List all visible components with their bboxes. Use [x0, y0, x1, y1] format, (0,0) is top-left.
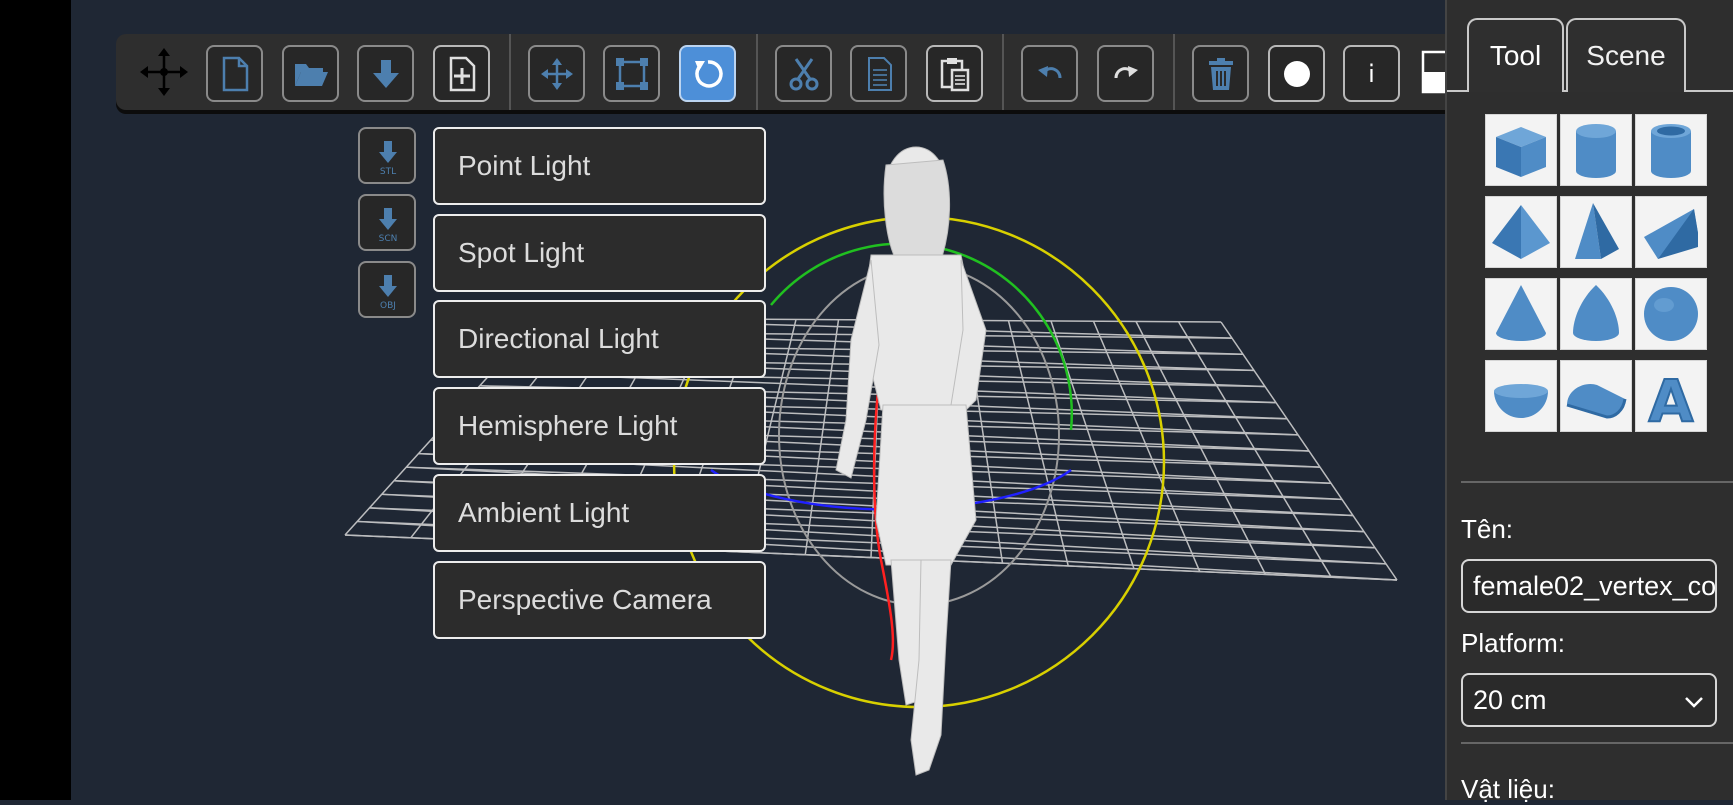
wedge-icon[interactable] [1635, 196, 1707, 268]
new-file-button[interactable] [206, 45, 263, 102]
paste-button[interactable] [926, 45, 983, 102]
pyramid-icon[interactable] [1485, 196, 1557, 268]
translate-icon [540, 57, 573, 90]
material-label: Vật liệu: [1461, 774, 1555, 804]
toolbar-separator [1173, 34, 1175, 110]
menu-point-light[interactable]: Point Light [433, 127, 766, 205]
undo-button[interactable] [1021, 45, 1078, 102]
cube-icon[interactable] [1485, 114, 1557, 186]
trash-icon [1208, 57, 1233, 90]
chevron-down-icon [1685, 697, 1703, 708]
material-button[interactable] [1268, 45, 1325, 102]
toolbar-separator [756, 34, 758, 110]
copy-icon [867, 56, 892, 91]
cut-button[interactable] [775, 45, 832, 102]
scale-button[interactable] [603, 45, 660, 102]
cut-icon [789, 57, 818, 90]
shape-palette: A [1485, 114, 1707, 438]
export-scn-button[interactable]: SCN [358, 194, 416, 251]
undo-icon [1037, 65, 1061, 78]
panel-divider [1461, 742, 1733, 744]
cone-icon[interactable] [1485, 278, 1557, 350]
tab-tool[interactable]: Tool [1467, 18, 1564, 92]
download-icon [372, 59, 399, 88]
menu-hemisphere-light[interactable]: Hemisphere Light [433, 387, 766, 465]
export-stl-button[interactable]: STL [358, 127, 416, 184]
name-field[interactable]: female02_vertex_colors [1461, 559, 1717, 613]
hemisphere-icon[interactable] [1485, 360, 1557, 432]
copy-button[interactable] [850, 45, 907, 102]
left-edge [0, 0, 71, 800]
text-3d-icon[interactable]: A [1635, 360, 1707, 436]
paraboloid-icon[interactable] [1560, 278, 1632, 350]
add-object-icon [449, 56, 475, 91]
toolbar-separator [509, 34, 511, 110]
toolbar-separator [1002, 34, 1004, 110]
circle-icon [1283, 60, 1310, 87]
text-3d-glyph: A [1649, 367, 1694, 431]
open-folder-button[interactable] [282, 45, 339, 102]
platform-value: 20 cm [1473, 685, 1547, 715]
redo-button[interactable] [1097, 45, 1154, 102]
menu-directional-light[interactable]: Directional Light [433, 300, 766, 378]
cylinder-icon[interactable] [1560, 114, 1632, 186]
tetrahedron-icon[interactable] [1560, 196, 1632, 268]
platform-label: Platform: [1461, 628, 1566, 658]
add-object-button[interactable] [433, 45, 490, 102]
rotate-icon [694, 59, 723, 88]
open-folder-icon [294, 63, 328, 86]
delete-button[interactable] [1192, 45, 1249, 102]
platform-select[interactable]: 20 cm [1461, 673, 1717, 727]
info-button[interactable]: i [1343, 45, 1400, 102]
half-cylinder-icon[interactable] [1560, 360, 1632, 432]
tab-scene[interactable]: Scene [1566, 18, 1686, 92]
new-file-icon [222, 56, 248, 91]
download-button[interactable] [357, 45, 414, 102]
export-scn-label: SCN [379, 234, 398, 244]
menu-spot-light[interactable]: Spot Light [433, 214, 766, 292]
translate-button[interactable] [528, 45, 585, 102]
rotate-button[interactable] [679, 45, 736, 102]
tube-icon[interactable] [1635, 114, 1707, 186]
export-obj-label: OBJ [380, 301, 396, 311]
redo-icon [1114, 65, 1138, 78]
main-toolbar: i [116, 34, 1486, 110]
name-label: Tên: [1461, 514, 1514, 544]
sphere-icon[interactable] [1635, 278, 1707, 350]
export-obj-button[interactable]: OBJ [358, 261, 416, 318]
scale-icon [615, 57, 648, 90]
paste-icon [940, 57, 969, 91]
properties-panel: Tool Scene A Tên: female02_vertex_co Pla… [1445, 0, 1733, 804]
move-icon[interactable] [138, 46, 190, 98]
panel-divider [1461, 481, 1733, 483]
export-stl-label: STL [380, 167, 396, 177]
info-icon: i [1368, 59, 1375, 88]
menu-ambient-light[interactable]: Ambient Light [433, 474, 766, 552]
menu-perspective-camera[interactable]: Perspective Camera [433, 561, 766, 639]
